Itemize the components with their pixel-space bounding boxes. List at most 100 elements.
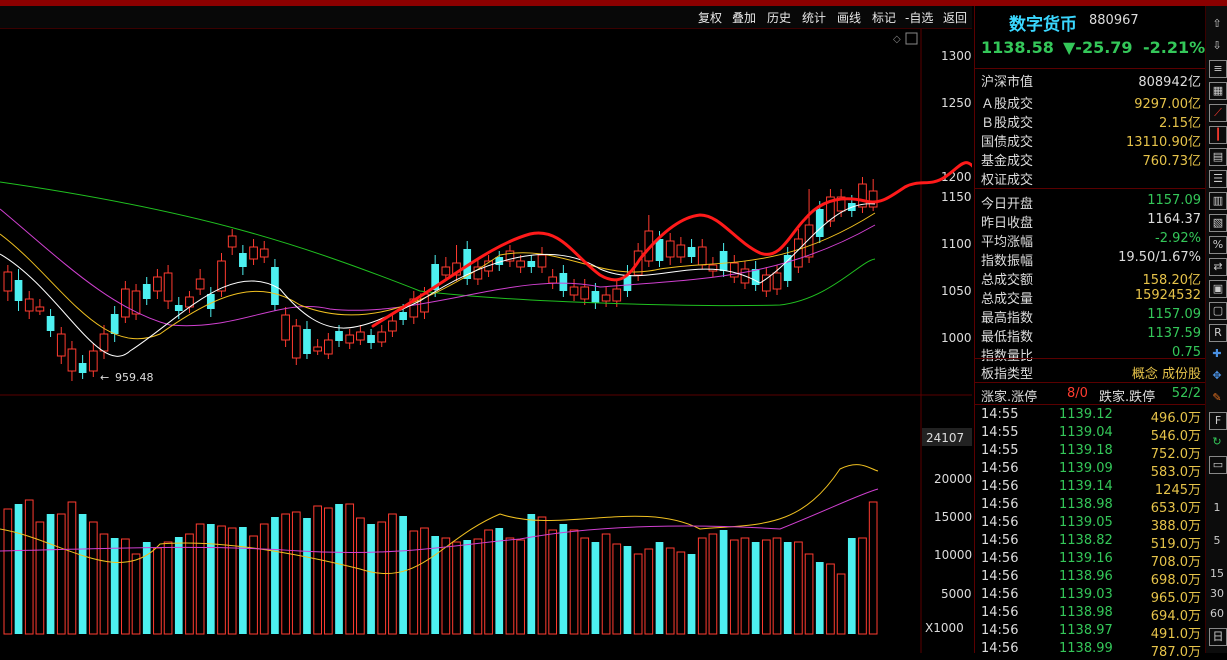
toolbar-overlay-button[interactable]: 叠加 — [732, 9, 756, 26]
volume-bar — [409, 530, 419, 635]
window-icon[interactable]: ▭ — [1209, 456, 1227, 474]
rsi-icon[interactable]: R — [1209, 324, 1227, 342]
stat-value: -2.92% — [1155, 231, 1201, 246]
candle — [335, 331, 343, 341]
toolbar-stats-button[interactable]: 统计 — [802, 9, 826, 26]
volume-bar — [868, 501, 878, 635]
volume-bar — [665, 547, 675, 635]
stat-row: 指数振幅 19.50/1.67% — [981, 249, 1201, 269]
candle — [56, 333, 66, 357]
chart-icon[interactable]: ▧ — [1209, 214, 1227, 232]
refresh-icon[interactable]: ↻ — [1209, 434, 1225, 450]
f5-icon[interactable]: F — [1209, 412, 1227, 430]
kline-chart-svg[interactable]: ◇ 1300 1250 1200 1150 1100 1050 1000 241… — [0, 29, 1052, 653]
tick-volume: 787.0万 — [1150, 645, 1201, 660]
volume-bar — [463, 540, 472, 634]
divider — [975, 68, 1205, 69]
candle — [783, 255, 792, 281]
stat-label: 平均涨幅 — [981, 235, 1034, 250]
move-icon[interactable]: ✥ — [1209, 368, 1225, 384]
divider — [975, 358, 1205, 359]
candle — [14, 280, 23, 301]
line-chart-icon[interactable]: ⟋ — [1209, 104, 1227, 122]
toolbar-fuquan-button[interactable]: 复权 — [698, 9, 722, 26]
period-1min[interactable]: 1 — [1209, 500, 1225, 516]
period-15min[interactable]: 15 — [1209, 566, 1225, 582]
toolbar-back-button[interactable]: 返回 — [943, 9, 967, 26]
price-tick: 1050 — [941, 284, 972, 298]
volume-bar — [227, 527, 237, 635]
period-30min[interactable]: 30 — [1209, 586, 1225, 602]
board-type-label: 板指类型 — [981, 367, 1034, 382]
candle — [78, 363, 87, 373]
candle — [174, 305, 183, 311]
news-icon[interactable]: ▣ — [1209, 280, 1227, 298]
period-5min[interactable]: 5 — [1209, 533, 1225, 549]
candle — [46, 316, 55, 331]
stat-label: 最低指数 — [981, 330, 1034, 345]
stat-label: 今日开盘 — [981, 197, 1034, 212]
volume-bar — [174, 537, 183, 634]
volume-bar — [313, 505, 322, 635]
stat-row: 国债成交 13110.90亿 — [981, 130, 1201, 150]
down-count-value: 52/2 — [1171, 386, 1201, 401]
volume-bar — [484, 529, 493, 635]
period-day[interactable]: 日 — [1209, 628, 1227, 646]
table-icon[interactable]: ▦ — [1209, 82, 1227, 100]
volume-bar — [24, 499, 34, 635]
draw-pen-icon[interactable]: ✎ — [1209, 390, 1225, 406]
toolbar-history-button[interactable]: 历史 — [767, 9, 791, 26]
volume-bar — [78, 514, 87, 634]
stat-row: 平均涨幅 -2.92% — [981, 230, 1201, 250]
arrow-down-icon[interactable]: ⇩ — [1209, 38, 1225, 54]
candle — [591, 291, 600, 303]
fund-icon[interactable]: ▥ — [1209, 192, 1227, 210]
volume-bar — [847, 538, 856, 634]
kline-icon[interactable]: ┃ — [1209, 126, 1227, 144]
stat-value: 808942亿 — [1138, 75, 1201, 90]
stat-value: 15924532 — [1134, 288, 1201, 303]
list-icon[interactable]: ☰ — [1209, 170, 1227, 188]
percent-icon[interactable]: % — [1209, 236, 1227, 254]
volume-bar — [815, 562, 824, 634]
candle — [67, 348, 77, 372]
up-count-value: 8/0 — [1067, 386, 1088, 401]
candle — [687, 247, 696, 257]
volume-bar — [281, 513, 290, 635]
arrow-up-icon[interactable]: ⇧ — [1209, 16, 1225, 32]
toolbar-mark-button[interactable]: 标记 — [872, 9, 896, 26]
stat-row: Ａ股成交 9297.00亿 — [981, 92, 1201, 112]
grid-icon[interactable]: ▤ — [1209, 148, 1227, 166]
volume-bar — [676, 551, 686, 635]
volume-bar — [35, 521, 45, 635]
candle — [142, 284, 151, 299]
down-count-label: 跌家.跌停 — [1099, 390, 1156, 405]
candle — [367, 335, 375, 343]
period-60min[interactable]: 60 — [1209, 606, 1225, 622]
stat-label: 沪深市值 — [981, 75, 1034, 90]
divider — [975, 188, 1205, 189]
volume-bar — [591, 542, 600, 634]
stat-label: 总成交额 — [981, 273, 1034, 288]
toolbar-watchlist-button[interactable]: -自选 — [905, 9, 933, 26]
kline-chart-area[interactable]: ◇ 1300 1250 1200 1150 1100 1050 1000 241… — [0, 29, 1052, 653]
tick-price: 1139.04 — [1059, 425, 1113, 440]
f10-icon[interactable]: ≡ — [1209, 60, 1227, 78]
tick-row: 14:56 1138.99 787.0万 — [981, 641, 1201, 660]
compare-icon[interactable]: ⇄ — [1209, 258, 1227, 276]
candle — [227, 235, 237, 248]
candle — [121, 288, 130, 318]
cross-cursor-icon[interactable]: ✚ — [1209, 346, 1225, 362]
volume-bar — [687, 554, 696, 634]
candle — [291, 325, 301, 359]
info-icon[interactable]: ▢ — [1209, 302, 1227, 320]
toolbar-draw-button[interactable]: 画线 — [837, 9, 861, 26]
board-type-value[interactable]: 概念 成份股 — [1132, 363, 1201, 382]
candle — [3, 271, 13, 292]
panel-toggle-icon[interactable] — [905, 32, 918, 45]
stat-label: 指数振幅 — [981, 254, 1034, 269]
tick-time: 14:55 — [981, 443, 1019, 458]
candle — [676, 244, 686, 258]
candle — [516, 260, 525, 268]
candle — [24, 298, 34, 312]
